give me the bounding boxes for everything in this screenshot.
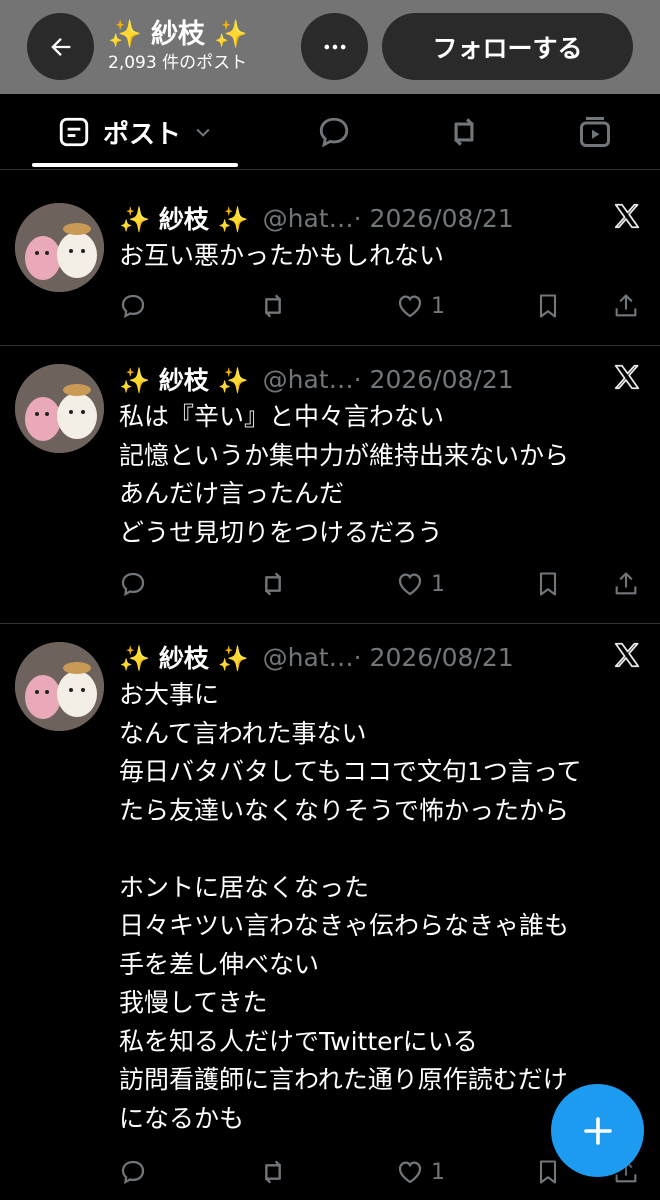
repost-button[interactable] [257,288,289,324]
post-date[interactable]: · 2026/08/21 [354,365,514,394]
post-author-handle[interactable]: @hat… [263,365,354,394]
more-dots-icon [324,44,345,49]
post-actions: 1 [0,288,660,324]
like-count: 1 [431,293,445,319]
reply-button[interactable] [118,566,148,602]
post-author-handle[interactable]: @hat… [263,204,354,233]
post-2[interactable]: ✨ 紗枝 ✨ @hat… · 2026/08/21 私は『辛い』と中々言わない … [0,347,660,624]
bookmark-icon [539,572,557,596]
replies-icon [319,117,349,148]
avatar[interactable] [15,203,104,292]
reposts-icon [454,118,474,146]
posts-icon [59,117,89,147]
compose-button[interactable] [551,1084,644,1177]
chevron-down-icon [196,128,210,137]
profile-header: ✨ 紗枝 ✨ 2,093 件のポスト フォローする [0,0,660,94]
post-text: お大事に なんて言われた事ない 毎日バタバタしてもココで文句1つ言って たら友達… [119,680,582,1133]
follow-button[interactable]: フォローする [382,13,633,80]
reply-icon [121,572,145,597]
bookmark-button[interactable] [534,288,562,324]
x-logo-icon[interactable] [612,201,642,231]
post-header: ✨ 紗枝 ✨ @hat… · 2026/08/21 [119,640,514,674]
active-tab-indicator [32,163,238,167]
post-date[interactable]: · 2026/08/21 [354,204,514,233]
tab-replies[interactable] [304,94,364,170]
repost-icon [265,572,281,596]
like-button[interactable]: 1 [395,566,445,602]
post-date[interactable]: · 2026/08/21 [354,643,514,672]
share-button[interactable] [612,566,640,602]
bookmark-button[interactable] [534,566,562,602]
heart-icon [398,1161,422,1184]
repost-icon [265,294,281,318]
share-icon [615,572,637,595]
tab-posts[interactable]: ポスト [32,94,238,170]
repost-icon [265,1160,281,1184]
post-author-name[interactable]: ✨ 紗枝 ✨ [119,200,249,236]
post-author-handle[interactable]: @hat… [263,643,354,672]
heart-icon [398,295,422,318]
bookmark-icon [539,294,557,318]
post-actions: 1 [0,566,660,602]
share-icon [615,294,637,317]
reply-icon [121,1160,145,1185]
post-header: ✨ 紗枝 ✨ @hat… · 2026/08/21 [119,362,514,396]
repost-button[interactable] [257,1154,289,1190]
tab-media[interactable] [565,94,625,170]
tab-reposts[interactable] [434,94,494,170]
post-text: お互い悪かったかもしれない [119,241,445,270]
post-header: ✨ 紗枝 ✨ @hat… · 2026/08/21 [119,201,514,235]
reply-button[interactable] [118,288,148,324]
profile-name: ✨ 紗枝 ✨ [108,19,249,50]
like-button[interactable]: 1 [395,288,445,324]
post-text: 私は『辛い』と中々言わない 記憶というか集中力が維持出来ないから あんだけ言った… [119,402,570,547]
post-count: 2,093 件のポスト [108,53,248,73]
arrow-left-icon [50,37,70,56]
share-button[interactable] [612,288,640,324]
like-count: 1 [431,1159,445,1185]
post-author-name[interactable]: ✨ 紗枝 ✨ [119,361,249,397]
x-logo-icon[interactable] [612,362,642,392]
back-button[interactable] [27,13,94,80]
like-button[interactable]: 1 [395,1154,445,1190]
media-icon [580,117,610,147]
x-logo-icon[interactable] [612,640,642,670]
avatar[interactable] [15,642,104,731]
reply-button[interactable] [118,1154,148,1190]
plus-icon [583,1116,612,1145]
profile-tabs: ポスト [0,94,660,170]
profile-title-block: ✨ 紗枝 ✨ 2,093 件のポスト [108,20,248,74]
reply-icon [121,294,145,319]
bookmark-icon [539,1160,557,1184]
bookmark-button[interactable] [534,1154,562,1190]
post-author-name[interactable]: ✨ 紗枝 ✨ [119,639,249,675]
like-count: 1 [431,571,445,597]
repost-button[interactable] [257,566,289,602]
avatar[interactable] [15,364,104,453]
heart-icon [398,573,422,596]
more-button[interactable] [301,13,368,80]
post-1[interactable]: ✨ 紗枝 ✨ @hat… · 2026/08/21 お互い悪かったかもしれない … [0,171,660,346]
tab-posts-label: ポスト [102,119,181,150]
